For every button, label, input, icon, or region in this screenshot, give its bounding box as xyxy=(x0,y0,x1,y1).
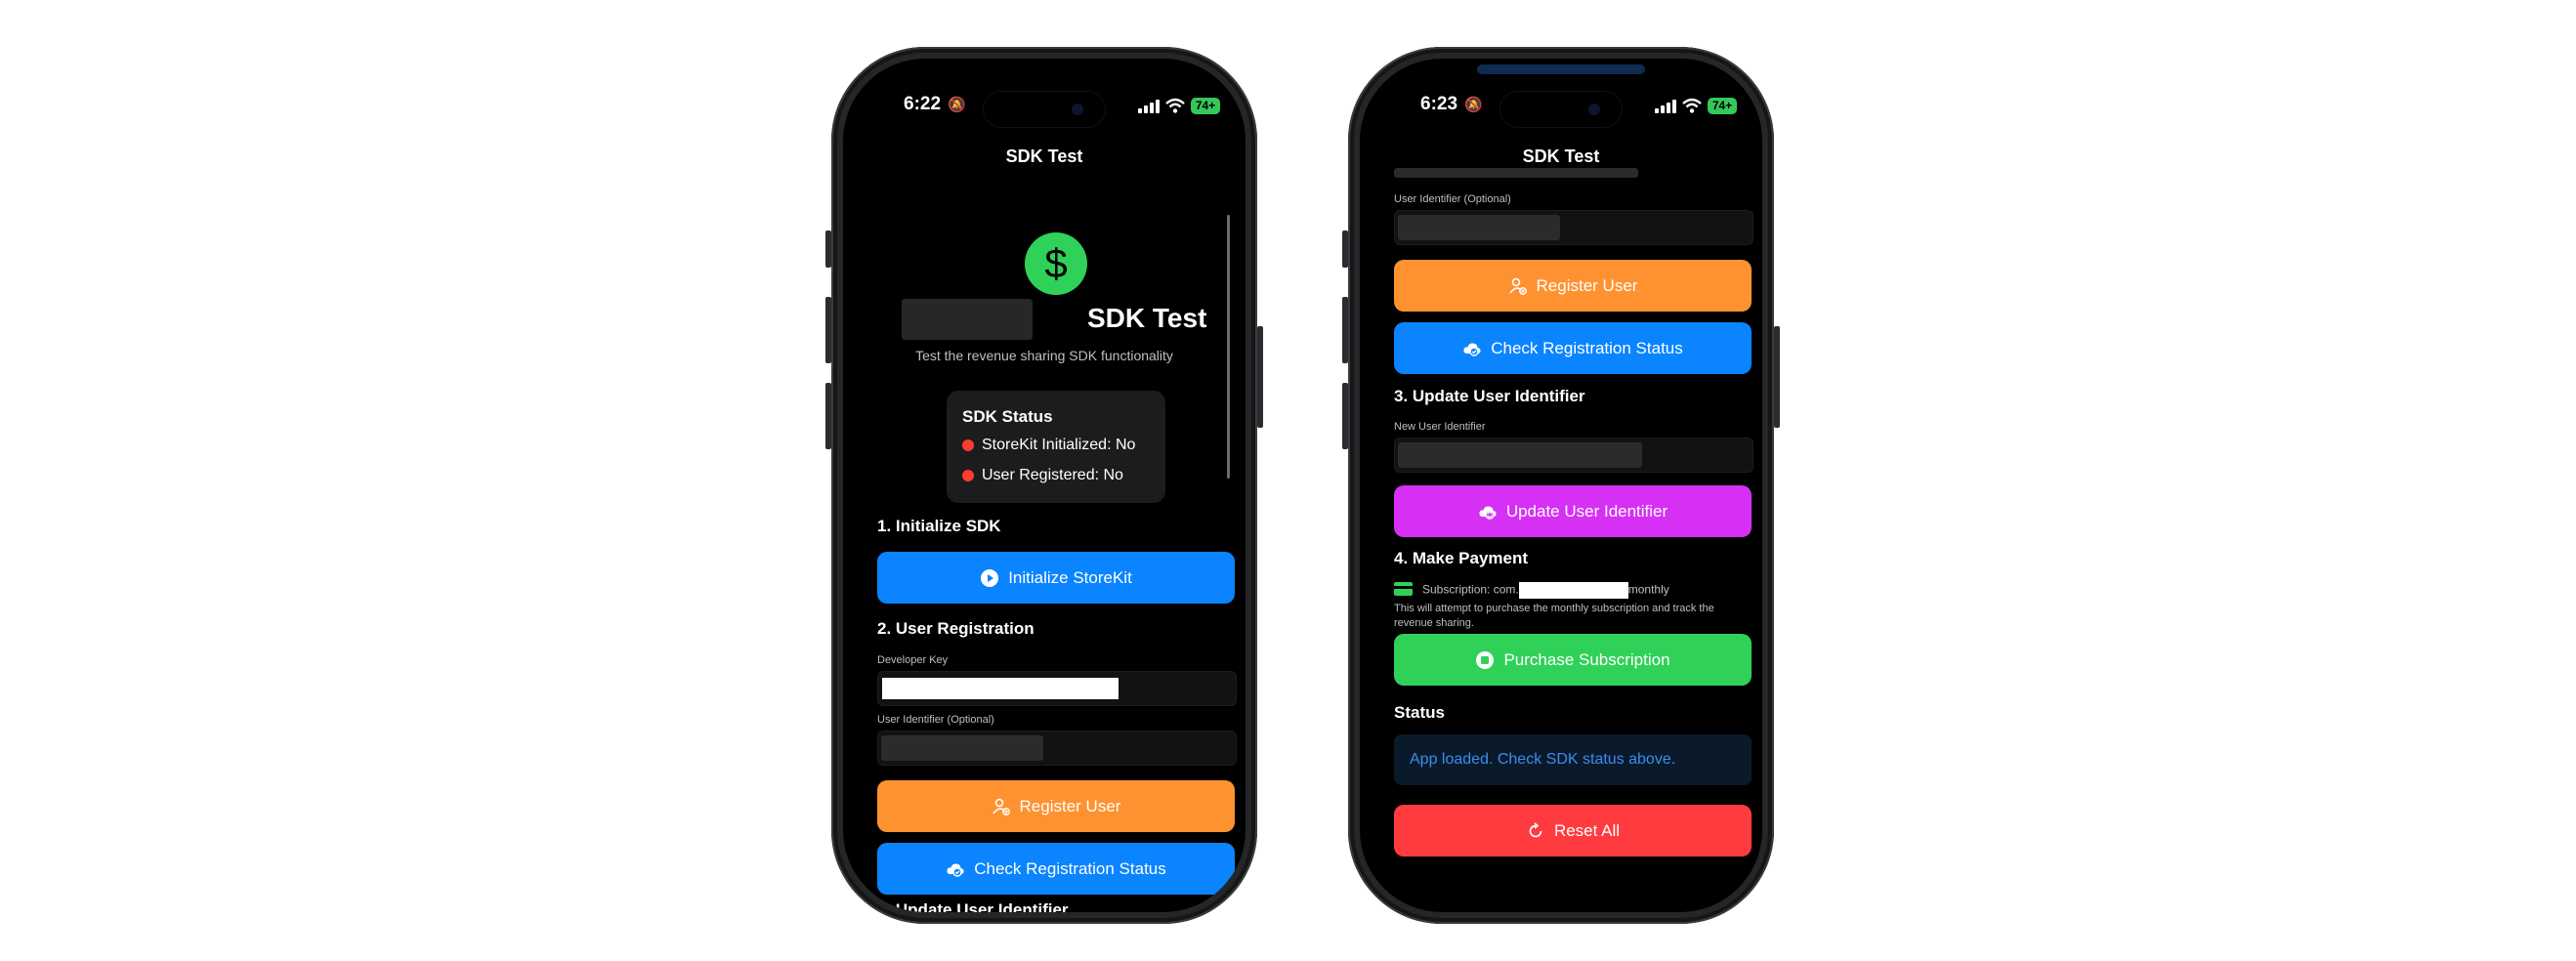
redacted-user-identifier xyxy=(881,735,1043,761)
status-message: App loaded. Check SDK status above. xyxy=(1410,751,1676,768)
dynamic-island xyxy=(984,92,1105,127)
new-user-identifier-label: New User Identifier xyxy=(1394,421,1486,433)
wifi-icon xyxy=(1165,98,1185,113)
subscription-id: Subscription: com. monthly xyxy=(1422,582,1669,599)
volume-down-button xyxy=(825,383,831,449)
developer-key-input[interactable] xyxy=(877,671,1237,706)
new-user-identifier-input[interactable] xyxy=(1394,438,1753,473)
dollar-icon: $ xyxy=(1025,232,1087,295)
cellular-signal-icon xyxy=(1655,100,1676,113)
stop-circle-icon xyxy=(1476,650,1495,669)
person-add-icon xyxy=(1508,277,1527,295)
sdk-status-card: SDK Status StoreKit Initialized: No User… xyxy=(947,391,1165,503)
volume-up-button xyxy=(1342,297,1348,363)
redacted-app-name xyxy=(902,299,1033,340)
update-user-identifier-label: Update User Identifier xyxy=(1505,501,1668,521)
mute-switch xyxy=(1342,230,1348,268)
scroll-indicator xyxy=(1227,215,1230,479)
cellular-signal-icon xyxy=(1138,100,1160,113)
cloud-sync-icon xyxy=(1479,505,1497,520)
initialize-storekit-label: Initialize StoreKit xyxy=(1008,567,1132,587)
register-user-label: Register User xyxy=(1019,796,1121,815)
section-update-identifier-partial: 3. Update User Identifier xyxy=(877,900,1069,912)
volume-down-button xyxy=(1342,383,1348,449)
user-identifier-label: User Identifier (Optional) xyxy=(1394,193,1511,205)
registration-status: User Registered: No xyxy=(982,467,1123,483)
redacted-new-identifier xyxy=(1398,442,1642,468)
redacted-product-id xyxy=(1518,582,1628,599)
nav-title: SDK Test xyxy=(1005,146,1083,166)
payment-note: This will attempt to purchase the monthl… xyxy=(1394,603,1714,629)
phone-right: 6:23 🔕 74+ SDK Test User Identifier (Opt… xyxy=(1342,47,1780,924)
update-user-identifier-button[interactable]: Update User Identifier xyxy=(1394,485,1752,537)
bell-muted-icon: 🔕 xyxy=(1464,97,1483,113)
reset-all-label: Reset All xyxy=(1553,820,1621,840)
check-registration-button[interactable]: Check Registration Status xyxy=(1394,322,1752,374)
section-initialize-sdk: 1. Initialize SDK xyxy=(877,517,1001,535)
status-dot-red xyxy=(962,439,974,451)
cloud-check-icon xyxy=(1463,342,1481,356)
power-button xyxy=(1774,326,1780,428)
wifi-icon xyxy=(1682,98,1702,113)
status-card-title: SDK Status xyxy=(962,407,1053,426)
status-message-box: App loaded. Check SDK status above. xyxy=(1394,734,1752,785)
redacted-user-identifier xyxy=(1398,215,1560,240)
bell-muted-icon: 🔕 xyxy=(948,97,966,113)
register-user-button[interactable]: Register User xyxy=(877,780,1235,832)
register-user-button[interactable]: Register User xyxy=(1394,260,1752,312)
volume-up-button xyxy=(825,297,831,363)
check-registration-button[interactable]: Check Registration Status xyxy=(877,843,1235,895)
status-bar: 6:22 🔕 74+ xyxy=(843,59,1246,127)
screen-left: 6:22 🔕 74+ SDK Test $ SDK Test Test the … xyxy=(843,59,1246,912)
screen-right: 6:23 🔕 74+ SDK Test User Identifier (Opt… xyxy=(1360,59,1762,912)
hero-title: SDK Test xyxy=(1087,303,1207,333)
user-identifier-input[interactable] xyxy=(1394,210,1753,245)
user-identifier-input[interactable] xyxy=(877,731,1237,766)
person-add-icon xyxy=(992,798,1010,815)
user-identifier-label: User Identifier (Optional) xyxy=(877,714,994,726)
section-make-payment: 4. Make Payment xyxy=(1394,549,1529,567)
purchase-subscription-button[interactable]: Purchase Subscription xyxy=(1394,634,1752,686)
section-update-identifier: 3. Update User Identifier xyxy=(1394,387,1585,405)
status-time: 6:23 🔕 xyxy=(1420,94,1483,114)
register-user-label: Register User xyxy=(1536,275,1638,295)
check-registration-label: Check Registration Status xyxy=(1491,338,1683,357)
dynamic-island xyxy=(1500,92,1622,127)
status-dot-red xyxy=(962,470,974,481)
subscription-suffix: monthly xyxy=(1627,582,1669,597)
credit-card-icon xyxy=(1394,582,1413,596)
battery-indicator: 74+ xyxy=(1191,98,1220,114)
redacted-developer-key xyxy=(882,678,1119,699)
mute-switch xyxy=(825,230,831,268)
subscription-prefix: Subscription: com. xyxy=(1422,582,1519,597)
reset-all-button[interactable]: Reset All xyxy=(1394,805,1752,857)
phone-left: 6:22 🔕 74+ SDK Test $ SDK Test Test the … xyxy=(825,47,1263,924)
purchase-subscription-label: Purchase Subscription xyxy=(1503,649,1670,669)
status-time: 6:22 🔕 xyxy=(904,94,966,114)
power-button xyxy=(1257,326,1263,428)
nav-title: SDK Test xyxy=(1522,146,1600,166)
storekit-status: StoreKit Initialized: No xyxy=(982,437,1136,453)
section-status: Status xyxy=(1394,703,1445,722)
refresh-icon xyxy=(1529,821,1542,837)
status-bar: 6:23 🔕 74+ xyxy=(1360,59,1762,127)
section-user-registration: 2. User Registration xyxy=(877,619,1035,638)
play-circle-icon xyxy=(981,568,999,587)
battery-indicator: 74+ xyxy=(1708,98,1737,114)
developer-key-label: Developer Key xyxy=(877,654,949,666)
redacted-scrolled-field xyxy=(1394,168,1638,178)
check-registration-label: Check Registration Status xyxy=(974,858,1166,878)
hero-subtitle: Test the revenue sharing SDK functionali… xyxy=(915,348,1173,363)
initialize-storekit-button[interactable]: Initialize StoreKit xyxy=(877,552,1235,604)
cloud-check-icon xyxy=(947,862,964,877)
